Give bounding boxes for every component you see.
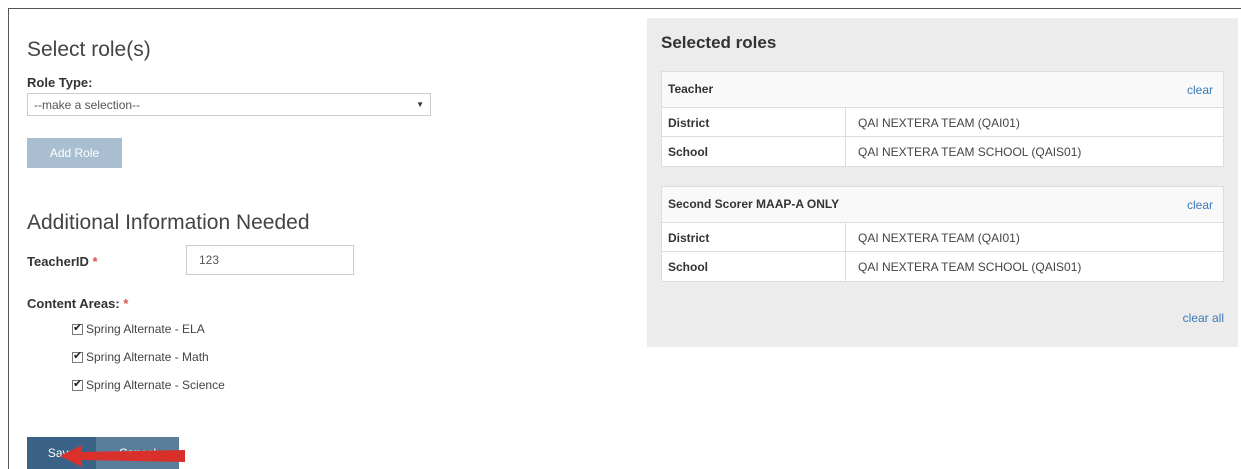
additional-info-heading: Additional Information Needed: [27, 211, 310, 234]
chevron-down-icon: ▼: [416, 100, 424, 109]
role-name: Second Scorer MAAP-A ONLY: [668, 197, 840, 211]
content-areas-label-text: Content Areas:: [27, 296, 120, 311]
add-role-button[interactable]: Add Role: [27, 138, 122, 168]
teacher-id-label-text: TeacherID: [27, 254, 89, 269]
role-type-label: Role Type:: [27, 75, 93, 90]
content-area-ela[interactable]: Spring Alternate - ELA: [72, 321, 205, 336]
frame-border-left: [8, 8, 9, 469]
row-value: QAI NEXTERA TEAM (QAI01): [858, 116, 1020, 130]
annotation-arrow-icon: [60, 445, 185, 467]
content-areas-label: Content Areas: *: [27, 296, 128, 311]
teacher-id-label: TeacherID *: [27, 254, 98, 269]
select-roles-heading: Select role(s): [27, 38, 151, 61]
content-area-label: Spring Alternate - ELA: [86, 322, 205, 336]
row-key: School: [662, 137, 846, 166]
row-value: QAI NEXTERA TEAM SCHOOL (QAIS01): [858, 260, 1082, 274]
table-row: District QAI NEXTERA TEAM (QAI01): [662, 223, 1223, 252]
role-type-select-value: --make a selection--: [34, 98, 141, 112]
table-row: School QAI NEXTERA TEAM SCHOOL (QAIS01): [662, 252, 1223, 281]
required-marker: *: [92, 254, 98, 269]
checkbox-checked[interactable]: [72, 349, 83, 363]
role-card-second-scorer: Second Scorer MAAP-A ONLY clear District…: [661, 186, 1224, 282]
content-area-label: Spring Alternate - Science: [86, 378, 225, 392]
role-type-select[interactable]: --make a selection-- ▼: [27, 93, 431, 116]
table-row: District QAI NEXTERA TEAM (QAI01): [662, 108, 1223, 137]
clear-link[interactable]: clear: [1187, 83, 1213, 97]
row-value: QAI NEXTERA TEAM (QAI01): [858, 231, 1020, 245]
role-card-header: Second Scorer MAAP-A ONLY clear: [662, 187, 1223, 223]
clear-all-link[interactable]: clear all: [1183, 311, 1224, 325]
content-area-label: Spring Alternate - Math: [86, 350, 209, 364]
role-card-teacher: Teacher clear District QAI NEXTERA TEAM …: [661, 71, 1224, 167]
row-key: School: [662, 252, 846, 281]
row-key: District: [662, 108, 846, 136]
required-marker: *: [123, 296, 129, 311]
checkbox-checked[interactable]: [72, 377, 83, 391]
role-card-header: Teacher clear: [662, 72, 1223, 108]
frame-border-top: [8, 8, 1241, 9]
checkbox-checked[interactable]: [72, 321, 83, 335]
row-value: QAI NEXTERA TEAM SCHOOL (QAIS01): [858, 145, 1082, 159]
teacher-id-input[interactable]: 123: [186, 245, 354, 275]
table-row: School QAI NEXTERA TEAM SCHOOL (QAIS01): [662, 137, 1223, 166]
row-key: District: [662, 223, 846, 251]
selected-roles-panel: Selected roles Teacher clear District QA…: [647, 18, 1238, 347]
selected-roles-title: Selected roles: [661, 33, 777, 52]
role-name: Teacher: [668, 82, 714, 96]
content-area-math[interactable]: Spring Alternate - Math: [72, 349, 209, 364]
clear-link[interactable]: clear: [1187, 198, 1213, 212]
content-area-science[interactable]: Spring Alternate - Science: [72, 377, 225, 392]
